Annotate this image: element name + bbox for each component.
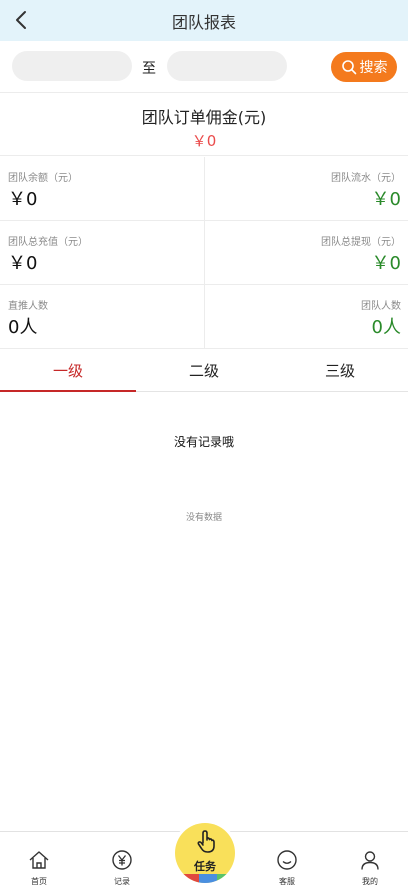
commission-value: ￥0	[191, 132, 217, 150]
home-icon	[29, 851, 49, 869]
stats-row-balance: 团队余额（元） ￥0 团队流水（元） ￥0	[0, 157, 408, 221]
header-bar: 团队报表	[0, 0, 408, 41]
page-title: 团队报表	[171, 13, 236, 32]
stat-label: 团队余额（元）	[8, 173, 78, 184]
stat-value: ￥0	[371, 253, 401, 274]
search-button[interactable]: 搜索	[331, 52, 397, 82]
nav-home[interactable]: 首页	[9, 832, 69, 889]
nav-service[interactable]: 客服	[257, 832, 317, 889]
search-row: 至 搜索	[0, 41, 408, 93]
stats-row-recharge: 团队总充值（元） ￥0 团队总提现（元） ￥0	[0, 221, 408, 285]
tab-level-3[interactable]: 三级	[272, 350, 408, 392]
stat-label: 团队人数	[361, 301, 401, 312]
nav-home-label: 首页	[31, 877, 47, 886]
stat-direct-referrals: 直推人数 0人	[0, 285, 204, 349]
stat-label: 团队总充值（元）	[8, 237, 88, 248]
end-date-input[interactable]	[167, 51, 287, 81]
commission-summary: 团队订单佣金(元) ￥0	[0, 94, 408, 156]
smile-icon	[277, 850, 297, 870]
stat-value: ￥0	[8, 189, 38, 210]
nav-records-label: 记录	[114, 877, 130, 886]
tab-level-1[interactable]: 一级	[0, 350, 136, 392]
stat-label: 直推人数	[8, 301, 48, 312]
nav-task-button[interactable]: 任务	[175, 823, 235, 883]
stats-row-members: 直推人数 0人 团队人数 0人	[0, 285, 408, 349]
stat-value: ￥0	[371, 189, 401, 210]
stat-team-withdraw: 团队总提现（元） ￥0	[205, 221, 408, 285]
to-label: 至	[142, 61, 156, 77]
stat-team-balance: 团队余额（元） ￥0	[0, 157, 204, 221]
stat-value: 0人	[371, 317, 401, 338]
stat-value: ￥0	[8, 253, 38, 274]
task-color-stripe	[175, 874, 235, 883]
yen-circle-icon	[112, 850, 132, 870]
tab-level-2[interactable]: 二级	[136, 350, 272, 392]
stat-label: 团队流水（元）	[331, 173, 401, 184]
nav-records[interactable]: 记录	[92, 832, 152, 889]
stat-team-recharge: 团队总充值（元） ￥0	[0, 221, 204, 285]
commission-label: 团队订单佣金(元)	[141, 108, 267, 127]
nav-mine-label: 我的	[362, 877, 378, 886]
stat-value: 0人	[8, 317, 38, 338]
stat-team-size: 团队人数 0人	[205, 285, 408, 349]
user-icon	[361, 851, 379, 870]
nav-task-label: 任务	[194, 860, 216, 873]
nav-mine[interactable]: 我的	[340, 832, 400, 889]
level-tabs: 一级 二级 三级	[0, 350, 408, 392]
stat-team-flow: 团队流水（元） ￥0	[205, 157, 408, 221]
pointing-hand-icon	[197, 830, 215, 853]
search-button-label: 搜索	[359, 60, 388, 76]
stat-label: 团队总提现（元）	[321, 237, 401, 248]
search-icon	[341, 60, 356, 75]
empty-records-message: 没有记录哦	[173, 435, 234, 449]
no-data-text: 没有数据	[185, 513, 222, 523]
nav-service-label: 客服	[279, 877, 295, 886]
start-date-input[interactable]	[12, 51, 132, 81]
